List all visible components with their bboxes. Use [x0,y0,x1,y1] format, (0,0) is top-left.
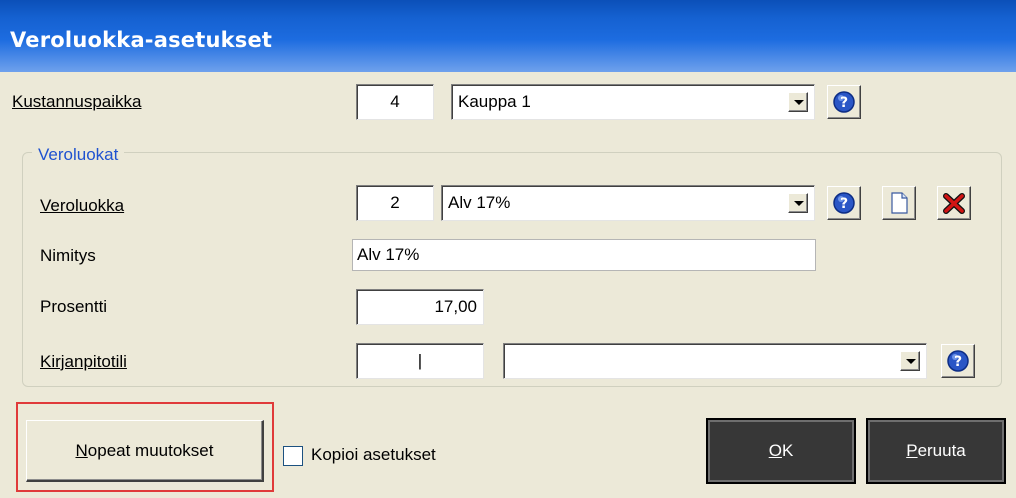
quick-changes-label: Nopeat muutokset [75,440,214,460]
kirjanpitotili-code-input[interactable]: | [356,343,484,379]
veroluokka-help-button[interactable]: ? [827,186,861,220]
veroluokka-select[interactable]: Alv 17% [441,185,815,221]
kirjanpitotili-help-button[interactable]: ? [941,344,975,378]
ok-button[interactable]: OK [706,418,856,484]
ok-label: OK [768,441,794,460]
veroluokka-code-input[interactable]: 2 [356,185,434,221]
kustannuspaikka-dropdown-button[interactable] [788,92,808,112]
kustannuspaikka-code-input[interactable]: 4 [356,84,434,120]
kirjanpitotili-label: Kirjanpitotili [40,352,127,371]
kirjanpitotili-select[interactable] [503,343,927,379]
svg-text:?: ? [840,196,848,212]
veroluokat-legend: Veroluokat [32,145,125,165]
veroluokka-dropdown-button[interactable] [788,193,808,213]
delete-icon [943,193,965,214]
quick-changes-button[interactable]: Nopeat muutokset [26,420,264,482]
help-icon: ? [833,91,855,113]
nimitys-input[interactable]: Alv 17% [352,239,816,271]
copy-settings-label: Kopioi asetukset [311,445,436,464]
new-document-icon [891,192,908,214]
veroluokka-label: Veroluokka [40,196,125,215]
help-icon: ? [833,192,855,214]
kustannuspaikka-help-button[interactable]: ? [827,85,861,119]
cancel-label: Peruuta [906,441,966,460]
nimitys-label: Nimitys [40,246,96,265]
kustannuspaikka-label: Kustannuspaikka [12,92,142,111]
kustannuspaikka-select-value: Kauppa 1 [458,92,531,111]
window-title: Veroluokka-asetukset [10,28,273,52]
delete-veroluokka-button[interactable] [937,186,971,220]
veroluokka-select-value: Alv 17% [448,193,511,212]
svg-text:?: ? [954,354,962,370]
help-icon: ? [947,350,969,372]
new-veroluokka-button[interactable] [882,186,916,220]
kirjanpitotili-dropdown-button[interactable] [900,351,920,371]
kustannuspaikka-select[interactable]: Kauppa 1 [451,84,815,120]
svg-text:?: ? [840,95,848,111]
prosentti-label: Prosentti [40,297,108,316]
prosentti-input[interactable]: 17,00 [356,289,484,325]
cancel-button[interactable]: Peruuta [866,418,1006,484]
copy-settings-checkbox[interactable] [283,446,303,466]
title-bar: Veroluokka-asetukset [0,0,1016,72]
